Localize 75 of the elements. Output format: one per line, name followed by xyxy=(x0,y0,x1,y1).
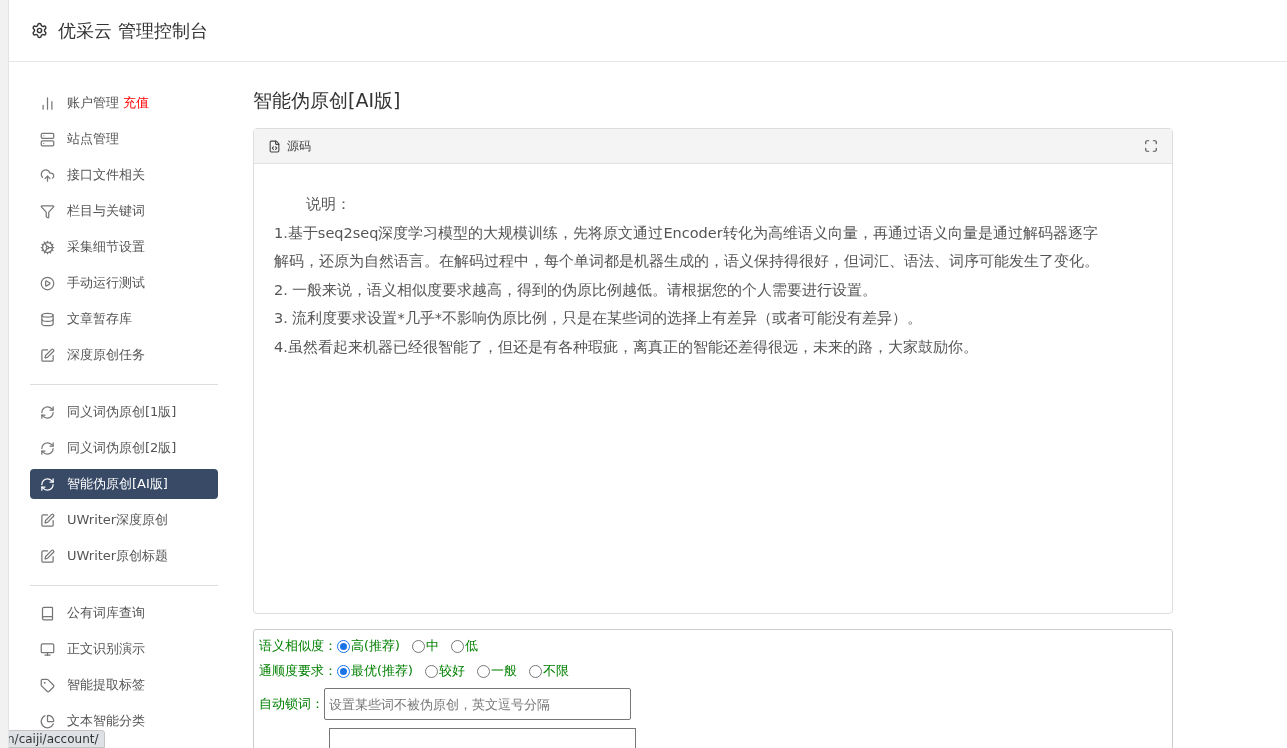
sidebar-item[interactable]: 站点管理 xyxy=(30,124,218,154)
sidebar-item[interactable]: 同义词伪原创[2版] xyxy=(30,433,218,463)
radio-option[interactable]: 中 xyxy=(411,638,439,655)
sidebar-item[interactable]: 同义词伪原创[1版] xyxy=(30,397,218,427)
edit-icon xyxy=(40,548,55,564)
sidebar-item-label: 同义词伪原创[2版] xyxy=(67,439,177,457)
server-icon xyxy=(40,131,55,147)
source-button-label: 源码 xyxy=(287,137,311,155)
source-button[interactable]: 源码 xyxy=(268,137,311,155)
play-icon xyxy=(40,275,55,291)
sidebar-item-label: 文章暂存库 xyxy=(67,310,132,328)
radio-option[interactable]: 最优(推荐) xyxy=(337,663,413,680)
editor-paragraph: 1.基于seq2seq深度学习模型的大规模训练，先将原文通过Encoder转化为高维语义向量，再通过语义向量是通过解码器逐字解码，还原为自然语言。在解码过程中，每个单词都是机器生成的，语义保持得很好，但词汇、语法、词序可能发生了变化。 xyxy=(274,223,1100,271)
editor-paragraph: 3. 流利度要求设置*几乎*不影响伪原比例，只是在某些词的选择上有差异（或者可能没有差异）。 xyxy=(274,309,923,328)
sidebar-item[interactable]: 采集细节设置 xyxy=(30,232,218,262)
tag-icon xyxy=(40,677,55,693)
radio-option[interactable]: 低 xyxy=(450,638,478,655)
radio-option[interactable]: 较好 xyxy=(424,663,465,680)
radio-option[interactable]: 一般 xyxy=(476,663,517,680)
sidebar-item[interactable]: 手动运行测试 xyxy=(30,268,218,298)
edit-icon xyxy=(40,347,55,363)
sidebar-item-label: 同义词伪原创[1版] xyxy=(67,403,177,421)
filter-icon xyxy=(40,203,55,219)
sidebar-item-label: 采集细节设置 xyxy=(67,238,145,256)
sidebar-item-label: 公有词库查询 xyxy=(67,604,145,622)
sidebar-item[interactable]: UWriter原创标题 xyxy=(30,541,218,571)
settings-icon xyxy=(31,22,48,39)
recharge-link[interactable]: 充值 xyxy=(123,94,149,112)
sidebar-item-label: 正文识别演示 xyxy=(67,640,145,658)
sidebar-item[interactable]: UWriter深度原创 xyxy=(30,505,218,535)
editor[interactable] xyxy=(253,128,1173,614)
code-file-icon xyxy=(268,139,281,153)
sidebar-item[interactable]: 智能提取标签 xyxy=(30,670,218,700)
sidebar-item[interactable]: 接口文件相关 xyxy=(30,160,218,190)
sidebar-item[interactable]: 文章暂存库 xyxy=(30,304,218,334)
sidebar-item-label: 智能伪原创[AI版] xyxy=(67,475,168,493)
sidebar-item[interactable]: 公有词库查询 xyxy=(30,598,218,628)
sidebar-item[interactable]: 正文识别演示 xyxy=(30,634,218,664)
page-title: 智能伪原创[AI版] xyxy=(253,88,402,113)
console-title: 优采云 管理控制台 xyxy=(58,18,208,43)
option-label: 通顺度要求： xyxy=(259,663,337,680)
sidebar-item-label: 文本智能分类 xyxy=(67,712,145,730)
sidebar-item-label: 智能提取标签 xyxy=(67,676,145,694)
cloud-upload-icon xyxy=(40,167,55,183)
refresh-icon xyxy=(40,476,55,492)
sidebar-item[interactable]: 深度原创任务 xyxy=(30,340,218,370)
sidebar-item-label: 账户管理 xyxy=(67,94,119,112)
option-label: 自动锁词： xyxy=(259,695,324,713)
sidebar-item-label: UWriter深度原创 xyxy=(67,511,169,529)
bar-chart-icon xyxy=(40,95,55,111)
edit-icon xyxy=(40,512,55,528)
lock-words-field[interactable]: 设置某些词不被伪原创，英文逗号分隔 xyxy=(324,688,631,720)
sidebar-item[interactable]: 账户管理 充值 xyxy=(30,88,218,118)
sidebar-item-label: UWriter原创标题 xyxy=(67,547,169,565)
sidebar-item-label: 深度原创任务 xyxy=(67,346,145,364)
text-field[interactable] xyxy=(329,728,636,748)
radio-option[interactable]: 不限 xyxy=(528,663,569,680)
sidebar-item-label: 手动运行测试 xyxy=(67,274,145,292)
option-label: 语义相似度： xyxy=(259,638,337,655)
sidebar-item-label: 栏目与关键词 xyxy=(67,202,145,220)
sidebar-item-label: 接口文件相关 xyxy=(67,166,145,184)
sidebar-item[interactable]: 栏目与关键词 xyxy=(30,196,218,226)
pie-chart-icon xyxy=(40,713,55,729)
sidebar-item-label: 站点管理 xyxy=(67,130,119,148)
editor-paragraph: 4.虽然看起来机器已经很智能了，但还是有各种瑕疵，离真正的智能还差得很远，未来的路，大家鼓励你。 xyxy=(274,337,979,357)
monitor-icon xyxy=(40,641,55,657)
refresh-icon xyxy=(40,440,55,456)
editor-paragraph: 说明： xyxy=(305,195,352,214)
radio-option[interactable]: 高(推荐) xyxy=(337,638,400,655)
sidebar-item[interactable]: 智能伪原创[AI版] xyxy=(30,469,218,499)
refresh-icon xyxy=(40,404,55,420)
editor-paragraph: 2. 一般来说，语义相似度要求越高，得到的伪原比例越低。请根据您的个人需要进行设置。 xyxy=(274,280,879,300)
database-icon xyxy=(40,311,55,327)
book-icon xyxy=(40,605,55,621)
fullscreen-icon[interactable] xyxy=(1144,139,1158,153)
